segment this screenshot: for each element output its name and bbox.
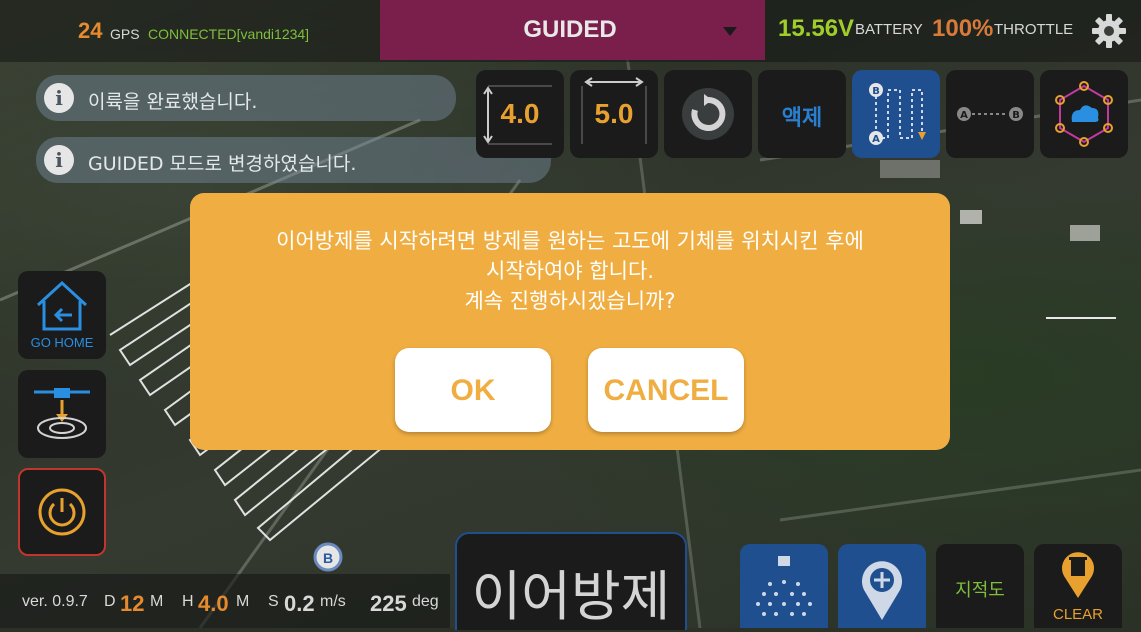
- altitude-value: 4.0: [500, 98, 540, 129]
- cancel-button[interactable]: CANCEL: [588, 348, 744, 432]
- waypoint-b-label: B: [323, 550, 333, 566]
- speed-label: S: [268, 593, 279, 610]
- height-label: H: [182, 593, 194, 610]
- battery-label: BATTERY: [855, 21, 923, 38]
- spray-width-button[interactable]: 5.0: [570, 70, 658, 158]
- heading-unit: deg: [412, 593, 439, 610]
- altitude-display: 4.0: [488, 84, 552, 144]
- notice-text: 이륙을 완료했습니다.: [88, 91, 258, 113]
- throttle-value: 100%: [932, 15, 994, 42]
- notice-toast: i 이륙을 완료했습니다.: [36, 75, 456, 121]
- dialog-message-line-3: 계속 진행하시겠습니까?: [464, 289, 676, 313]
- power-button[interactable]: [18, 468, 106, 556]
- add-waypoint-button[interactable]: [838, 544, 926, 628]
- cadastral-map-button[interactable]: 지적도: [936, 544, 1024, 628]
- rotate-button[interactable]: [664, 70, 752, 158]
- notice-toast: i GUIDED 모드로 변경하였습니다.: [36, 137, 551, 183]
- land-button[interactable]: [18, 370, 106, 458]
- ab-line-icon: A B: [957, 107, 1023, 121]
- liquid-type-button[interactable]: 액제: [758, 70, 846, 158]
- svg-text:B: B: [872, 86, 880, 97]
- distance-unit: M: [150, 593, 164, 610]
- chevron-down-icon: [723, 27, 737, 36]
- cloud-network-button[interactable]: [1040, 70, 1128, 158]
- continue-spray-label: 이어방제: [471, 565, 671, 628]
- svg-text:B: B: [1012, 110, 1020, 121]
- power-icon: [38, 488, 86, 536]
- spray-button[interactable]: [740, 544, 828, 628]
- height-value: 4.0: [198, 591, 229, 616]
- dialog-message-line-2: 시작하여야 합니다.: [486, 259, 654, 283]
- spray-icon: [756, 556, 812, 616]
- svg-text:A: A: [872, 134, 880, 145]
- notice-text: GUIDED 모드로 변경하였습니다.: [88, 153, 357, 175]
- info-icon: i: [44, 145, 74, 175]
- ok-button[interactable]: OK: [395, 348, 551, 432]
- clear-button[interactable]: CLEAR: [1034, 544, 1122, 628]
- confirm-dialog: 이어방제를 시작하려면 방제를 원하는 고도에 기체를 위치시킨 후에 시작하여…: [190, 193, 950, 450]
- connection-status: CONNECTED[vandi1234]: [148, 26, 310, 42]
- go-home-label: GO HOME: [30, 335, 94, 350]
- ab-pattern-button[interactable]: B A: [852, 70, 940, 158]
- cloud-network-icon: [1055, 81, 1113, 147]
- info-icon: i: [44, 83, 74, 113]
- altitude-setting-button[interactable]: 4.0: [476, 70, 564, 158]
- ab-line-button[interactable]: A B: [946, 70, 1034, 158]
- clear-label: CLEAR: [1052, 606, 1104, 623]
- home-icon: [36, 280, 88, 331]
- throttle-label: THROTTLE: [994, 21, 1074, 38]
- go-home-button[interactable]: GO HOME: [18, 271, 106, 359]
- width-value: 5.0: [594, 98, 634, 129]
- speed-unit: m/s: [320, 593, 346, 610]
- gps-label: GPS: [110, 26, 140, 42]
- gear-icon[interactable]: [1090, 12, 1128, 50]
- heading-value: 225: [370, 591, 407, 616]
- height-unit: M: [236, 593, 250, 610]
- battery-voltage: 15.56V: [778, 15, 855, 42]
- app-version: ver. 0.9.7: [22, 593, 88, 610]
- cancel-button-label: CANCEL: [603, 374, 729, 407]
- width-display: 5.0: [582, 84, 646, 144]
- continue-spray-button[interactable]: 이어방제: [455, 532, 687, 630]
- add-location-icon: [862, 561, 902, 620]
- dialog-message-line-1: 이어방제를 시작하려면 방제를 원하는 고도에 기체를 위치시킨 후에: [276, 229, 864, 253]
- drone-landing-icon: [34, 388, 90, 439]
- zigzag-route-icon: B A: [869, 83, 926, 145]
- distance-value: 12: [120, 591, 145, 616]
- distance-label: D: [104, 593, 116, 610]
- flight-mode-value: GUIDED: [523, 16, 617, 43]
- trash-pin-icon: [1062, 552, 1094, 598]
- svg-text:A: A: [960, 110, 968, 121]
- rotate-icon: [682, 88, 734, 140]
- liquid-type-label: 액제: [781, 106, 823, 131]
- cadastral-map-label: 지적도: [955, 580, 1005, 601]
- gps-satellite-count: 24: [78, 18, 103, 43]
- ok-button-label: OK: [450, 374, 496, 407]
- speed-value: 0.2: [284, 591, 315, 616]
- flight-mode-dropdown[interactable]: GUIDED: [380, 0, 765, 60]
